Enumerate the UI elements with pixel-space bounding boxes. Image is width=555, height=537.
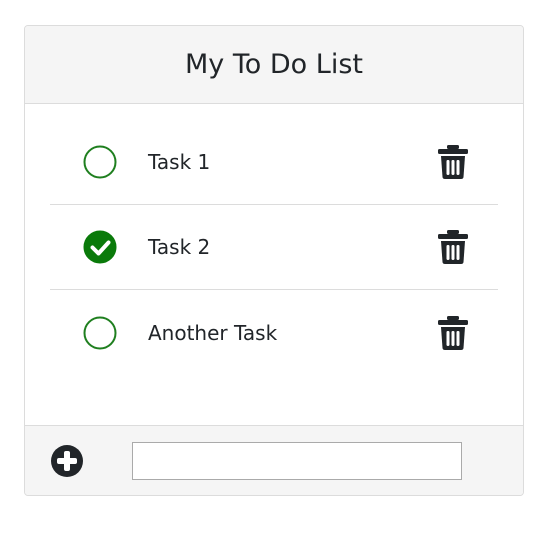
task-label: Another Task xyxy=(148,320,278,345)
task-label: Task 1 xyxy=(148,150,211,174)
todo-card: My To Do List Task 1 Task 2 Another Task xyxy=(24,25,524,496)
plus-circle-icon[interactable] xyxy=(50,444,84,478)
circle-outline-icon[interactable] xyxy=(83,316,117,349)
task-item: Task 1 xyxy=(50,120,498,205)
trash-icon[interactable] xyxy=(438,315,468,350)
task-label: Task 2 xyxy=(148,235,211,259)
task-item: Another Task xyxy=(50,290,498,375)
new-task-input[interactable] xyxy=(132,442,462,480)
task-item: Task 2 xyxy=(50,205,498,290)
card-footer xyxy=(25,425,523,495)
check-circle-icon[interactable] xyxy=(83,230,117,264)
circle-outline-icon[interactable] xyxy=(83,145,117,179)
trash-icon[interactable] xyxy=(438,145,468,179)
task-list-container: Task 1 Task 2 Another Task xyxy=(25,104,523,426)
trash-icon[interactable] xyxy=(438,230,468,264)
page-title: My To Do List xyxy=(185,49,363,80)
task-list: Task 1 Task 2 Another Task xyxy=(50,104,498,375)
card-header: My To Do List xyxy=(25,26,523,104)
